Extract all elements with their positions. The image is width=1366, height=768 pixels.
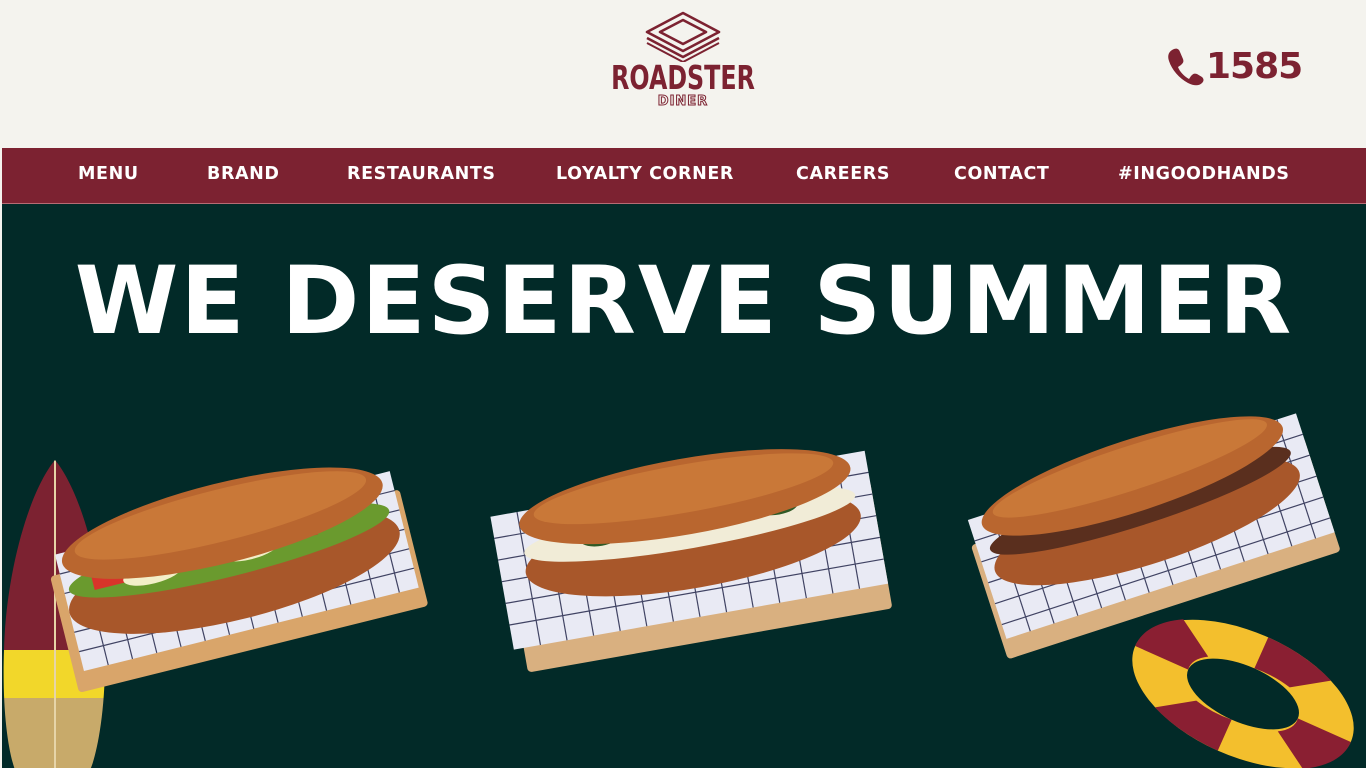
nav-item-restaurants[interactable]: RESTAURANTS xyxy=(347,148,496,203)
main-nav: MENU BRAND RESTAURANTS LOYALTY CORNER CA… xyxy=(2,148,1366,204)
phone-number: 1585 xyxy=(1206,45,1303,87)
nav-item-careers[interactable]: CAREERS xyxy=(796,148,890,203)
product-image-sandwich-1[interactable] xyxy=(32,422,432,702)
site-logo[interactable]: ROADSTER DINER xyxy=(583,10,783,130)
nav-item-contact[interactable]: CONTACT xyxy=(954,148,1049,203)
nav-item-ingoodhands[interactable]: #INGOODHANDS xyxy=(1118,148,1290,203)
logo-name: ROADSTER xyxy=(611,58,755,97)
phone-link[interactable]: 1585 xyxy=(1166,44,1303,88)
hero-banner: WE DESERVE SUMMER xyxy=(2,204,1366,768)
nav-item-loyalty-corner[interactable]: LOYALTY CORNER xyxy=(556,148,734,203)
logo-subtitle: DINER xyxy=(657,94,709,109)
product-image-sandwich-2[interactable] xyxy=(482,392,902,682)
stacked-diamond-logo-icon xyxy=(645,11,721,62)
site-header: ROADSTER DINER 1585 xyxy=(0,0,1366,148)
nav-item-menu[interactable]: MENU xyxy=(78,148,139,203)
hero-headline: WE DESERVE SUMMER xyxy=(74,247,1294,356)
phone-icon xyxy=(1166,44,1206,88)
swim-ring-icon xyxy=(1132,619,1354,768)
nav-item-brand[interactable]: BRAND xyxy=(207,148,280,203)
